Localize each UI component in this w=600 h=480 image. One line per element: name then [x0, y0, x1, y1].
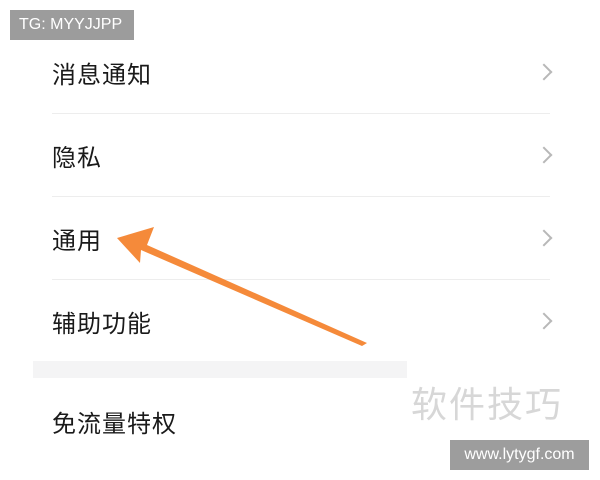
chevron-right-icon: [535, 312, 553, 330]
section-separator: [33, 361, 407, 378]
menu-item-accessibility[interactable]: 辅助功能: [0, 280, 600, 362]
site-url-badge: www.lytygf.com: [450, 440, 589, 470]
menu-item-label: 辅助功能: [52, 309, 152, 338]
menu-item-label: 通用: [52, 226, 102, 255]
menu-item-notifications[interactable]: 消息通知: [0, 31, 600, 113]
menu-item-general[interactable]: 通用: [0, 197, 600, 279]
chevron-right-icon: [535, 146, 553, 164]
menu-item-label: 免流量特权: [52, 409, 177, 438]
menu-item-privacy[interactable]: 隐私: [0, 114, 600, 196]
menu-item-label: 隐私: [52, 143, 102, 172]
chevron-right-icon: [535, 229, 553, 247]
watermark-text: 软件技巧: [411, 385, 564, 426]
chevron-right-icon: [535, 63, 553, 81]
menu-item-label: 消息通知: [52, 60, 152, 89]
tg-tag-badge: TG: MYYJJPP: [10, 10, 134, 40]
